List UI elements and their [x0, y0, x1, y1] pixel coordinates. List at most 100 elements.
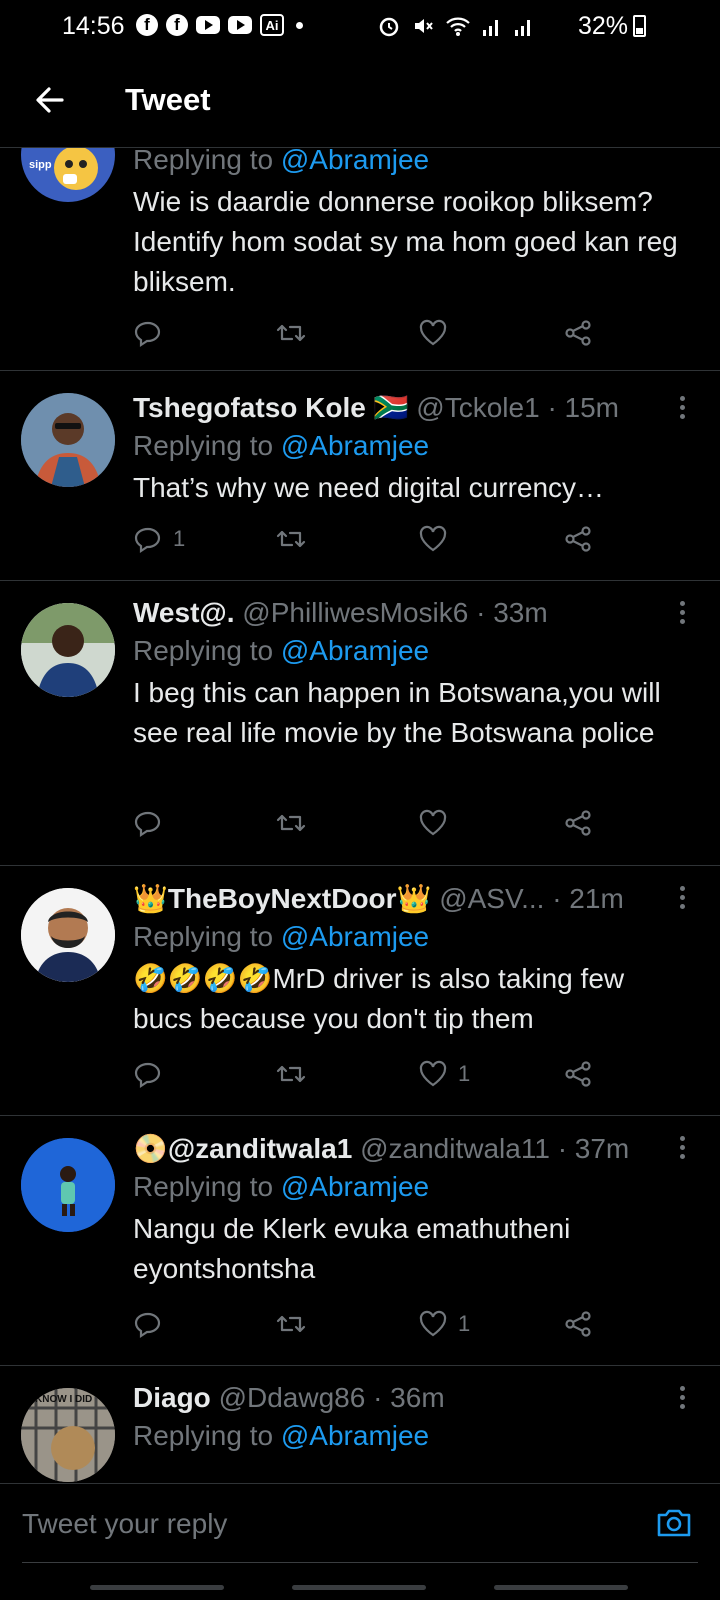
avatar[interactable] [21, 888, 115, 982]
handle[interactable]: @Tckole1 [416, 392, 539, 423]
status-bar: 14:56 f f Ai 32% [0, 0, 720, 56]
replying-to: Replying to @Abramjee [133, 921, 430, 952]
avatar-text: sipp [29, 159, 52, 171]
avatar-text: KNOW I DID [35, 1394, 93, 1405]
notification-icons: f f Ai [136, 14, 303, 36]
tweet-text: Wie is daardie donnerse rooikop bliksem?… [133, 186, 678, 297]
replying-to: Replying to @Abramjee [133, 148, 680, 176]
like-button[interactable]: 1 [418, 1309, 470, 1339]
tweet-header: West@. @PhilliwesMosik6 · 33m [133, 597, 680, 629]
mention-link[interactable]: @Abramjee [281, 430, 429, 461]
mention-link[interactable]: @Abramjee [281, 1171, 429, 1202]
tweet-body: 📀@zanditwala1 @zanditwala11 · 37m Replyi… [133, 1132, 680, 1289]
reply-input[interactable]: Tweet your reply [22, 1508, 227, 1540]
share-button[interactable] [563, 524, 593, 554]
handle[interactable]: @Ddawg86 [219, 1382, 366, 1413]
retweet-icon [276, 530, 306, 548]
tweet-header: Tshegofatso Kole 🇿🇦 @Tckole1 · 15m [133, 391, 680, 424]
tweet-body: Tshegofatso Kole 🇿🇦 @Tckole1 · 15m Reply… [133, 391, 680, 508]
retweet-button[interactable] [276, 524, 306, 554]
nav-back[interactable] [494, 1585, 628, 1590]
top-app-bar: Tweet [0, 56, 720, 148]
facebook-icon: f [166, 14, 188, 36]
tweet-header: 👑TheBoyNextDoor👑 @ASV... · 21m [133, 882, 680, 915]
replying-to: Replying to @Abramjee [133, 635, 430, 666]
heart-icon [419, 1310, 447, 1337]
youtube-icon [196, 16, 220, 34]
handle[interactable]: @zanditwala11 [360, 1133, 550, 1164]
nav-home[interactable] [292, 1585, 426, 1590]
tweet-item[interactable]: sipp Replying to @Abramjee Wie is daardi… [0, 148, 720, 371]
share-button[interactable] [563, 1309, 593, 1339]
timestamp: · 21m [552, 883, 624, 914]
share-button[interactable] [563, 1059, 593, 1089]
tweet-item[interactable]: 👑TheBoyNextDoor👑 @ASV... · 21m Replying … [0, 866, 720, 1116]
tweet-item[interactable]: KNOW I DID Diago @Ddawg86 · 36m Replying… [0, 1366, 720, 1483]
tweet-actions [133, 318, 613, 358]
more-options-icon[interactable] [680, 886, 686, 913]
like-button[interactable] [418, 318, 458, 348]
retweet-button[interactable] [276, 808, 306, 838]
tweet-item[interactable]: Tshegofatso Kole 🇿🇦 @Tckole1 · 15m Reply… [0, 371, 720, 581]
avatar[interactable] [21, 1138, 115, 1232]
tweet-item[interactable]: 📀@zanditwala1 @zanditwala11 · 37m Replyi… [0, 1116, 720, 1366]
retweet-button[interactable] [276, 1309, 306, 1339]
reply-composer[interactable]: Tweet your reply [0, 1483, 720, 1563]
more-options-icon[interactable] [680, 1386, 686, 1413]
retweet-icon [276, 814, 306, 832]
like-button[interactable] [418, 808, 458, 838]
display-name[interactable]: West@. [133, 597, 234, 628]
share-icon [565, 526, 591, 552]
like-count: 1 [458, 1061, 471, 1086]
more-options-icon[interactable] [680, 1136, 686, 1163]
nav-recents[interactable] [90, 1585, 224, 1590]
more-options-icon[interactable] [680, 601, 686, 628]
retweet-button[interactable] [276, 1059, 306, 1089]
reply-icon [134, 811, 161, 838]
tweet-actions: 1 [133, 524, 613, 564]
reply-icon [134, 1062, 161, 1089]
avatar[interactable] [21, 603, 115, 697]
notification-dot-icon [296, 21, 303, 29]
camera-icon[interactable] [654, 1502, 694, 1542]
display-name[interactable]: 📀@zanditwala1 [133, 1133, 352, 1164]
avatar[interactable] [21, 393, 115, 487]
replying-to: Replying to @Abramjee [133, 1420, 430, 1451]
reply-button[interactable] [133, 1059, 173, 1089]
avatar[interactable]: sipp [21, 148, 115, 202]
reply-feed[interactable]: sipp Replying to @Abramjee Wie is daardi… [0, 148, 720, 1483]
share-button[interactable] [563, 808, 593, 838]
display-name[interactable]: 👑TheBoyNextDoor👑 [133, 883, 431, 914]
tweet-text: 🤣🤣🤣🤣MrD driver is also taking few bucs b… [133, 963, 625, 1034]
tweet-body: West@. @PhilliwesMosik6 · 33m Replying t… [133, 597, 680, 753]
display-name[interactable]: Tshegofatso Kole [133, 392, 366, 423]
mention-link[interactable]: @Abramjee [281, 1420, 429, 1451]
facebook-icon: f [136, 14, 158, 36]
signal-icon [515, 20, 530, 36]
ai-icon: Ai [260, 14, 284, 36]
retweet-button[interactable] [276, 318, 306, 348]
like-button[interactable] [418, 524, 458, 554]
reply-button[interactable] [133, 808, 173, 838]
mention-link[interactable]: @Abramjee [281, 148, 429, 175]
reply-button[interactable] [133, 1309, 173, 1339]
handle[interactable]: @ASV... [439, 883, 544, 914]
more-options-icon[interactable] [680, 396, 686, 423]
mention-link[interactable]: @Abramjee [281, 635, 429, 666]
reply-button[interactable]: 1 [133, 524, 185, 554]
status-time: 14:56 [62, 12, 125, 40]
arrow-left-icon[interactable] [30, 80, 70, 120]
mute-icon [415, 19, 433, 33]
display-name[interactable]: Diago [133, 1382, 211, 1413]
avatar[interactable]: KNOW I DID [21, 1388, 115, 1482]
heart-icon [419, 1060, 447, 1087]
reply-button[interactable] [133, 318, 173, 348]
like-button[interactable]: 1 [418, 1059, 470, 1089]
battery-percent: 32% [577, 12, 628, 40]
share-button[interactable] [563, 318, 593, 348]
tweet-item[interactable]: West@. @PhilliwesMosik6 · 33m Replying t… [0, 581, 720, 866]
mention-link[interactable]: @Abramjee [281, 921, 429, 952]
handle[interactable]: @PhilliwesMosik6 [242, 597, 468, 628]
reply-icon [134, 321, 161, 348]
battery-icon [633, 15, 646, 37]
